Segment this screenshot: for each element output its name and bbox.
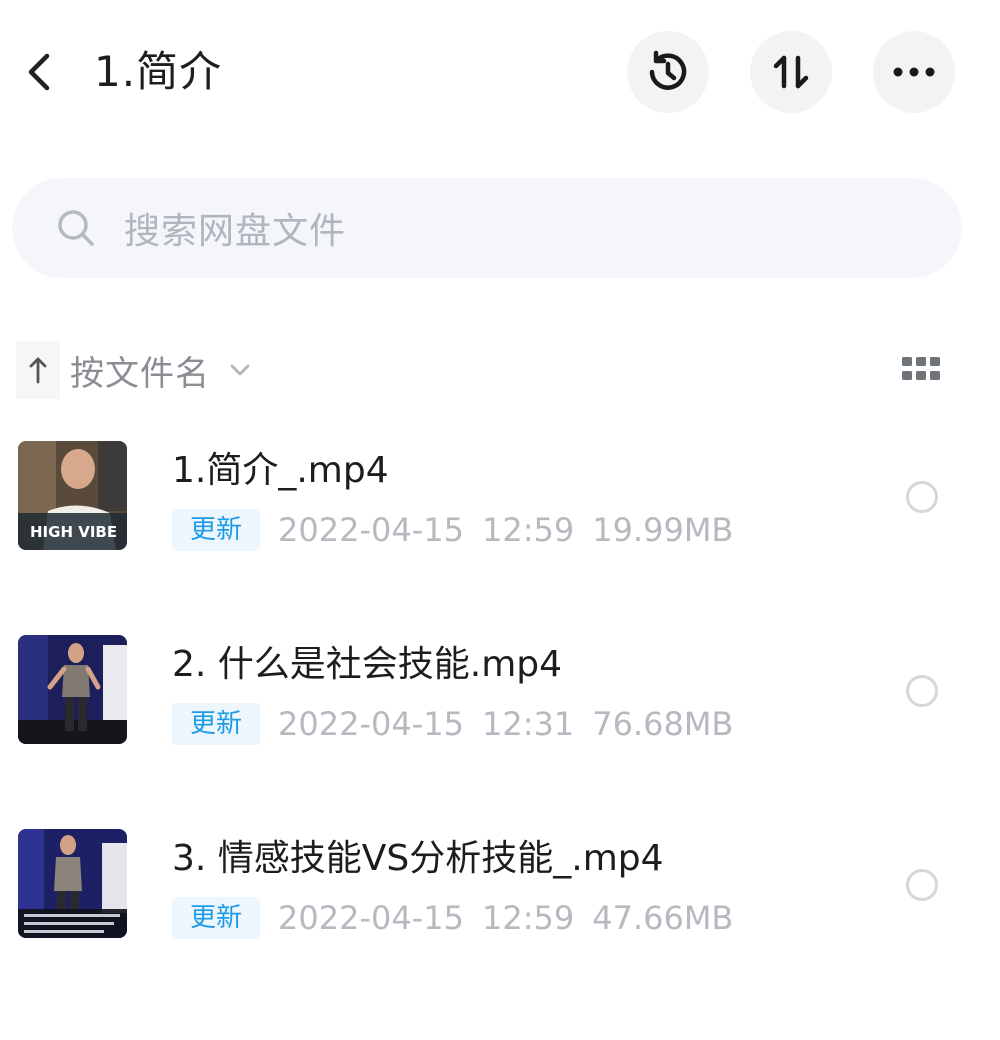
more-icon	[893, 67, 935, 77]
file-date: 2022-04-15	[278, 511, 464, 549]
search-bar[interactable]: 搜索网盘文件	[12, 178, 962, 278]
back-button[interactable]	[18, 48, 62, 96]
file-meta: 更新 2022-04-15 12:59 47.66MB	[172, 897, 733, 939]
file-name: 1.简介_.mp4	[172, 450, 389, 491]
select-radio[interactable]	[906, 675, 938, 707]
history-button[interactable]	[627, 31, 709, 113]
file-row[interactable]: HIGH VIBE 1.简介_.mp4 更新 2022-04-15 12:59 19…	[0, 441, 1000, 581]
file-name: 2. 什么是社会技能.mp4	[172, 644, 563, 685]
file-row[interactable]: 2. 什么是社会技能.mp4 更新 2022-04-15 12:31 76.68MB	[0, 635, 1000, 775]
video-thumbnail	[18, 829, 127, 938]
history-icon	[649, 50, 687, 90]
thumbnail-caption: HIGH VIBE	[30, 523, 117, 541]
search-icon	[54, 206, 98, 250]
update-badge: 更新	[172, 509, 261, 551]
sort-by-name-dropdown[interactable]: 按文件名	[16, 341, 252, 399]
file-meta: 更新 2022-04-15 12:31 76.68MB	[172, 703, 733, 745]
file-meta: 更新 2022-04-15 12:59 19.99MB	[172, 509, 733, 551]
sort-label: 按文件名	[70, 353, 210, 394]
grid-icon	[902, 357, 940, 380]
search-input[interactable]: 搜索网盘文件	[124, 202, 346, 254]
file-name: 3. 情感技能VS分析技能_.mp4	[172, 838, 664, 879]
file-size: 76.68MB	[592, 705, 734, 743]
file-size: 19.99MB	[592, 511, 734, 549]
file-row[interactable]: 3. 情感技能VS分析技能_.mp4 更新 2022-04-15 12:59 47.…	[0, 829, 1000, 969]
file-time: 12:31	[481, 705, 575, 743]
update-badge: 更新	[172, 897, 261, 939]
chevron-down-icon	[228, 358, 252, 382]
top-bar: 1.简介	[0, 0, 1000, 145]
more-button[interactable]	[873, 31, 955, 113]
file-date: 2022-04-15	[278, 705, 464, 743]
sort-bar: 按文件名	[0, 335, 1000, 405]
file-size: 47.66MB	[592, 899, 734, 937]
arrow-up-icon	[16, 341, 60, 399]
file-time: 12:59	[481, 511, 575, 549]
sort-order-icon	[773, 55, 809, 89]
select-radio[interactable]	[906, 869, 938, 901]
update-badge: 更新	[172, 703, 261, 745]
select-radio[interactable]	[906, 481, 938, 513]
video-thumbnail	[18, 635, 127, 744]
page-title: 1.简介	[94, 47, 223, 96]
grid-view-button[interactable]	[902, 357, 940, 381]
sort-order-button[interactable]	[750, 31, 832, 113]
chevron-left-icon	[28, 53, 50, 91]
video-thumbnail: HIGH VIBE	[18, 441, 127, 550]
file-date: 2022-04-15	[278, 899, 464, 937]
file-time: 12:59	[481, 899, 575, 937]
